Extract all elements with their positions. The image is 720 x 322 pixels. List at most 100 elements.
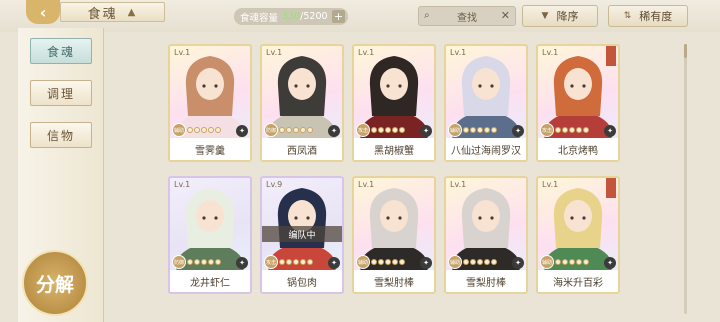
star-icon — [399, 259, 405, 265]
tab-food-soul[interactable]: 食魂 — [30, 38, 92, 64]
clear-icon[interactable]: ✕ — [501, 9, 510, 22]
element-icon: ✦ — [236, 257, 248, 269]
star-icon — [208, 127, 214, 133]
role-badge: 攻击 — [540, 123, 554, 137]
food-soul-card[interactable]: Lv.1 辅助 ✦ 雪梨肘棒 — [444, 176, 528, 294]
star-icon — [371, 127, 377, 133]
card-name: 雪霁羹 — [195, 145, 225, 157]
tab-recipe[interactable]: 调理 — [30, 80, 92, 106]
scroll-thumb[interactable] — [684, 44, 687, 58]
card-level: Lv.1 — [450, 180, 467, 189]
role-badge: 辅助 — [356, 255, 370, 269]
card-name: 西凤酒 — [287, 145, 317, 157]
star-row: 防御 — [172, 255, 221, 269]
food-soul-card[interactable]: Lv.1 辅助 ✦ 雪梨肘棒 — [352, 176, 436, 294]
star-icon — [385, 259, 391, 265]
star-icon — [385, 127, 391, 133]
star-icon — [463, 127, 469, 133]
food-soul-card[interactable]: Lv.1 辅助 ✦ 海米升百彩 — [536, 176, 620, 294]
food-soul-card[interactable]: Lv.1 辅助 ✦ 八仙过海闹罗汉 — [444, 44, 528, 162]
star-icon — [562, 127, 568, 133]
star-icon — [279, 127, 285, 133]
card-level: Lv.1 — [174, 180, 191, 189]
card-name-bar: 海米升百彩 — [538, 270, 618, 292]
star-icon — [307, 127, 313, 133]
role-badge: 防御 — [264, 123, 278, 137]
food-soul-card[interactable]: Lv.1 防御 ✦ 西凤酒 — [260, 44, 344, 162]
card-name: 黑胡椒蟹 — [374, 145, 414, 157]
star-icon — [484, 127, 490, 133]
food-soul-card[interactable]: Lv.1 攻击 ✦ 北京烤鸭 — [536, 44, 620, 162]
star-icon — [555, 127, 561, 133]
scrollbar[interactable] — [684, 44, 687, 314]
card-name: 雪梨肘棒 — [466, 277, 506, 289]
star-row: 攻击 — [356, 123, 405, 137]
star-icon — [399, 127, 405, 133]
star-row: 辅助 — [448, 255, 497, 269]
food-soul-card[interactable]: Lv.1 攻击 ✦ 黑胡椒蟹 — [352, 44, 436, 162]
star-icon — [378, 259, 384, 265]
star-icon — [187, 127, 193, 133]
card-name-bar: 雪霁羹 — [170, 138, 250, 160]
star-icon — [583, 259, 589, 265]
element-icon: ✦ — [604, 125, 616, 137]
star-icon — [484, 259, 490, 265]
star-icon — [477, 259, 483, 265]
star-icon — [215, 259, 221, 265]
star-icon — [576, 259, 582, 265]
card-name-bar: 龙井虾仁 — [170, 270, 250, 292]
star-icon — [279, 259, 285, 265]
star-icon — [371, 259, 377, 265]
decompose-button[interactable]: 分解 — [22, 250, 88, 316]
star-icon — [300, 127, 306, 133]
sort-order-button[interactable]: ▼ 降序 — [522, 5, 598, 27]
star-icon — [300, 259, 306, 265]
search-input[interactable]: ⌕ 查找 ✕ — [418, 6, 516, 26]
star-icon — [562, 259, 568, 265]
sort-key-button[interactable]: ⇅ 稀有度 — [608, 5, 688, 27]
tab-token[interactable]: 信物 — [30, 122, 92, 148]
back-button[interactable]: ‹ — [26, 0, 60, 24]
element-icon: ✦ — [420, 125, 432, 137]
card-level: Lv.1 — [174, 48, 191, 57]
star-row: 攻击 — [264, 255, 313, 269]
star-icon — [215, 127, 221, 133]
card-name: 八仙过海闹罗汉 — [451, 145, 521, 157]
role-badge: 辅助 — [172, 123, 186, 137]
tab-label: 信物 — [46, 128, 75, 143]
card-level: Lv.1 — [450, 48, 467, 57]
star-icon — [187, 259, 193, 265]
search-icon: ⌕ — [424, 10, 430, 21]
food-soul-card[interactable]: Lv.9 编队中 攻击 ✦ 锅包肉 — [260, 176, 344, 294]
star-icon — [201, 259, 207, 265]
flag-icon — [606, 178, 616, 198]
food-soul-card[interactable]: Lv.1 辅助 ✦ 雪霁羹 — [168, 44, 252, 162]
role-badge: 防御 — [172, 255, 186, 269]
card-name-bar: 西凤酒 — [262, 138, 342, 160]
role-badge: 辅助 — [448, 255, 462, 269]
star-icon — [286, 259, 292, 265]
star-row: 辅助 — [540, 255, 589, 269]
card-name: 雪梨肘棒 — [374, 277, 414, 289]
tab-label: 食魂 — [46, 44, 75, 59]
star-icon — [378, 127, 384, 133]
element-icon: ✦ — [604, 257, 616, 269]
element-icon: ✦ — [420, 257, 432, 269]
card-level: Lv.1 — [266, 48, 283, 57]
card-name: 海米升百彩 — [553, 277, 603, 289]
food-soul-card[interactable]: Lv.1 防御 ✦ 龙井虾仁 — [168, 176, 252, 294]
capacity-display: 食魂容量 330 /5200 + — [234, 8, 348, 25]
add-capacity-button[interactable]: + — [332, 10, 345, 23]
card-level: Lv.1 — [358, 48, 375, 57]
element-icon: ✦ — [512, 257, 524, 269]
search-placeholder: 查找 — [457, 12, 477, 24]
star-row: 辅助 — [172, 123, 221, 137]
star-icon — [201, 127, 207, 133]
element-icon: ✦ — [512, 125, 524, 137]
chevron-left-icon: ‹ — [39, 2, 47, 22]
star-icon — [208, 259, 214, 265]
tab-label: 调理 — [46, 86, 75, 101]
card-name: 龙井虾仁 — [190, 277, 230, 289]
decompose-label: 分解 — [35, 273, 74, 296]
star-icon — [555, 259, 561, 265]
